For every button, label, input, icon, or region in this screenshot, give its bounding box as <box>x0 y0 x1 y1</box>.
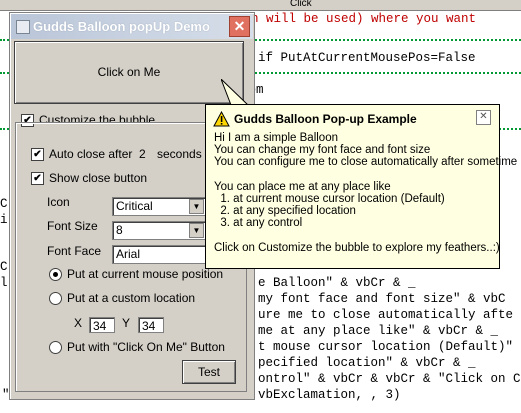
window-close-button[interactable]: ✕ <box>229 16 250 37</box>
chevron-down-icon[interactable]: ▼ <box>189 199 204 214</box>
x-input[interactable]: 34 <box>89 317 115 333</box>
code-line: t mouse cursor location (Default)" <box>258 340 514 354</box>
radio-mouse-position-label: Put at current mouse position <box>67 267 224 281</box>
auto-close-checkbox[interactable]: ✔ <box>31 148 44 161</box>
chevron-down-icon[interactable]: ▼ <box>189 223 204 238</box>
code-line: vbExclamation, , 3) <box>258 388 401 402</box>
warning-icon <box>213 111 230 127</box>
show-close-label: Show close button <box>49 171 148 185</box>
auto-close-label: Auto close after <box>49 147 133 161</box>
font-size-select[interactable]: 8 ▼ <box>112 221 206 240</box>
code-line: me at any place like" & vbCr & _ <box>258 324 499 338</box>
code-line: ure me to close automatically afte <box>258 308 514 322</box>
code-line: ation will be used) where you want <box>221 12 477 26</box>
code-line: l <box>0 276 8 290</box>
balloon-close-button[interactable]: ✕ <box>476 110 491 125</box>
click-on-me-button[interactable]: Click on Me <box>14 41 244 104</box>
y-input[interactable]: 34 <box>138 317 164 333</box>
show-close-checkbox[interactable]: ✔ <box>31 172 44 185</box>
window-titlebar[interactable]: Gudds Balloon popUp Demo ✕ <box>11 14 253 39</box>
radio-mouse-position[interactable] <box>49 268 62 281</box>
y-label: Y <box>122 316 131 330</box>
code-line: C <box>0 260 8 274</box>
window-title: Gudds Balloon popUp Demo <box>33 19 210 34</box>
font-face-select-value: Arial <box>116 247 141 261</box>
app-icon <box>16 20 30 34</box>
editor-toolbar: Click <box>0 0 521 11</box>
radio-control-label: Put with "Click On Me" Button <box>67 340 225 354</box>
x-label: X <box>74 316 83 330</box>
balloon-title: Gudds Balloon Pop-up Example <box>234 112 417 126</box>
font-size-select-value: 8 <box>116 223 123 237</box>
code-line: i <box>0 213 8 227</box>
code-line: e Balloon" & vbCr & _ <box>258 276 416 290</box>
balloon-tail <box>221 79 250 106</box>
toolbar-click-label: Click <box>290 0 312 9</box>
font-size-label: Font Size <box>47 219 98 233</box>
balloon-popup: Gudds Balloon Pop-up Example ✕ Hi I am a… <box>205 104 517 269</box>
code-line: C <box>0 197 8 211</box>
auto-close-seconds-value[interactable]: 2 <box>139 147 146 161</box>
test-button[interactable]: Test <box>182 360 236 384</box>
icon-select-value: Critical <box>116 199 153 213</box>
icon-label: Icon <box>47 195 70 209</box>
seconds-label: seconds <box>157 147 202 161</box>
icon-select[interactable]: Critical ▼ <box>112 197 206 216</box>
balloon-message: Hi I am a simple Balloon You can change … <box>214 132 518 254</box>
code-line: ontrol" & vbCr & vbCr & "Click on C <box>258 372 521 386</box>
radio-custom-location[interactable] <box>49 292 62 305</box>
font-face-label: Font Face <box>47 244 102 258</box>
radio-control[interactable] <box>49 341 62 354</box>
code-line: pecified location" & vbCr & _ <box>258 356 476 370</box>
code-line: if PutAtCurrentMousePos=False <box>258 51 476 65</box>
code-line: my font face and font size" & vbC <box>258 292 506 306</box>
radio-custom-location-label: Put at a custom location <box>67 291 196 305</box>
